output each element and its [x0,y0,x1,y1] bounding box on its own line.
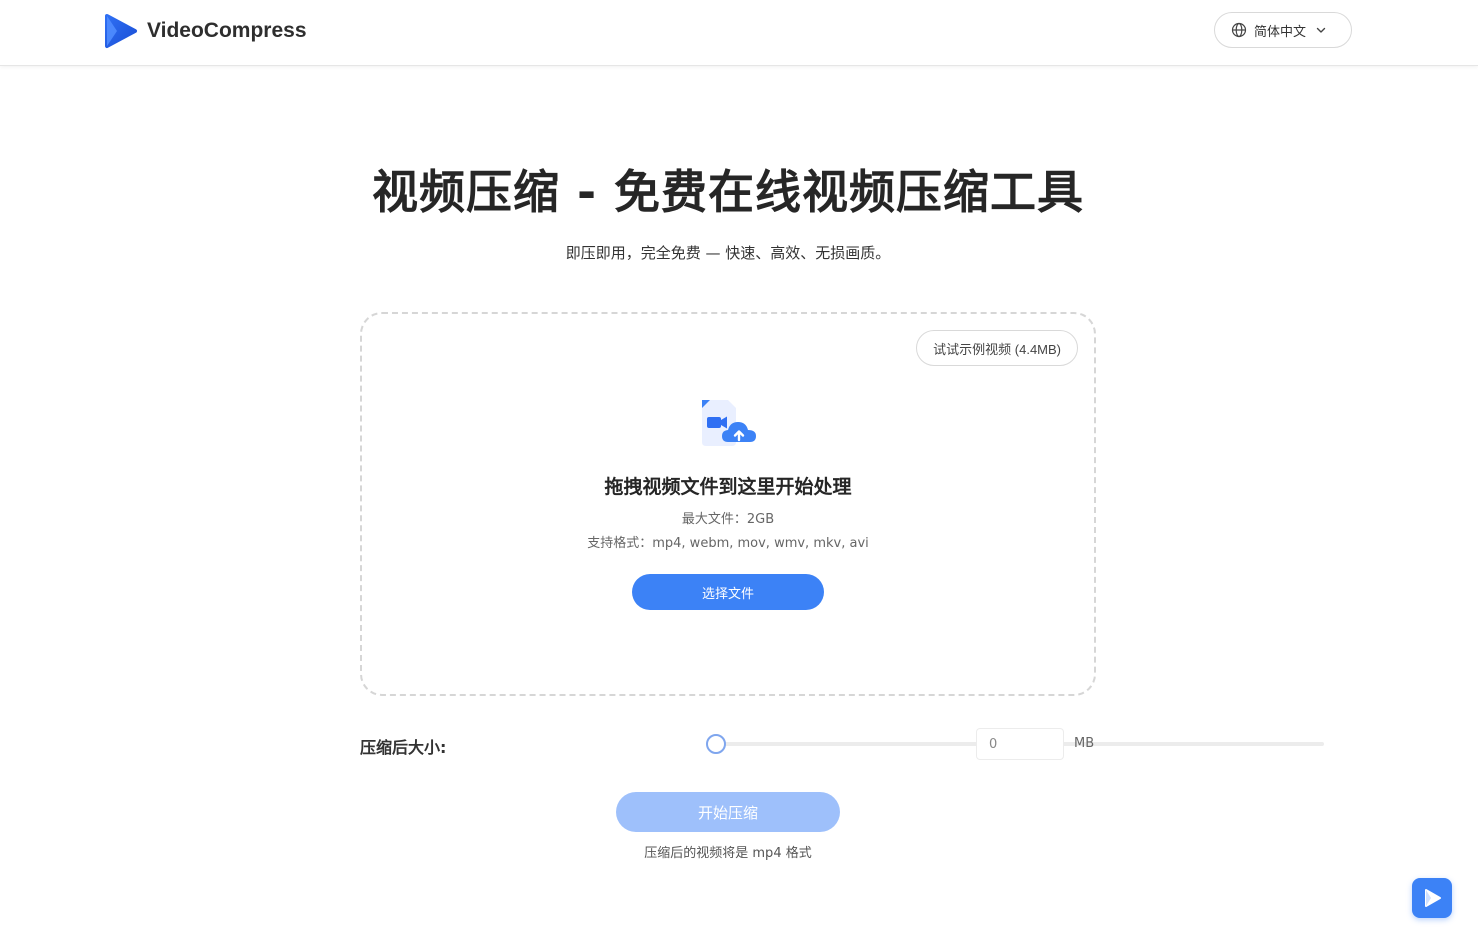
dropzone-title: 拖拽视频文件到这里开始处理 [604,476,852,498]
brand-name: VideoCompress [147,19,307,42]
language-selector[interactable]: 简体中文 [1214,12,1352,48]
brand[interactable]: VideoCompress [104,12,307,50]
start-compress-button[interactable]: 开始压缩 [616,792,840,832]
target-size-row: 压缩后大小: MB [360,726,1324,762]
supported-formats-text: 支持格式：mp4, webm, mov, wmv, mkv, avi [587,536,869,551]
play-logo-icon [1425,889,1441,907]
choose-file-button[interactable]: 选择文件 [632,574,824,610]
globe-icon [1231,22,1247,38]
top-navigation-bar: VideoCompress 简体中文 [0,0,1478,66]
page-subtitle: 即压即用，完全免费 — 快速、高效、无损画质。 [565,244,891,262]
video-cloud-upload-icon [702,400,756,446]
target-size-label: 压缩后大小: [360,738,447,757]
page-title: 视频压缩 - 免费在线视频压缩工具 [371,165,1085,219]
try-sample-video-button[interactable]: 试试示例视频 (4.4MB) [916,330,1078,366]
chevron-down-icon [1316,27,1326,33]
size-unit-label: MB [1074,736,1095,751]
floating-action-button[interactable] [1412,878,1452,918]
max-file-size-text: 最大文件：2GB [681,512,775,527]
output-format-note: 压缩后的视频将是 mp4 格式 [644,846,812,861]
play-logo-icon [105,14,137,48]
slider-thumb[interactable] [706,734,726,754]
target-size-input[interactable] [976,728,1064,760]
language-label: 简体中文 [1254,24,1307,40]
upload-dropzone[interactable]: 试试示例视频 (4.4MB) 拖拽视频文件到这里开始处理 最大文件：2GB 支持… [360,312,1096,696]
